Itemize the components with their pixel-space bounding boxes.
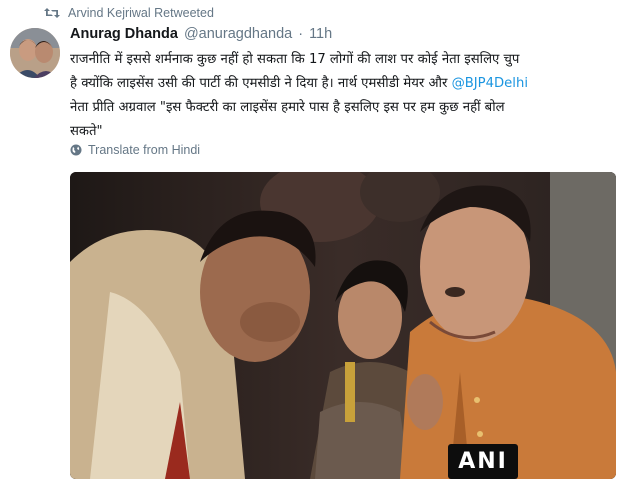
ani-logo: ANI [448,444,518,479]
author-handle[interactable]: @anuragdhanda [184,26,292,42]
retweet-icon [44,8,60,18]
translate-label: Translate from Hindi [88,143,201,157]
translate-link[interactable]: Translate from Hindi [70,143,200,157]
tweet-timestamp[interactable]: 11h [309,26,332,42]
tweet-line-2: है क्योंकि लाइसेंस उसी की पार्टी की एमसी… [70,72,626,96]
author-name[interactable]: Anurag Dhanda [70,26,178,42]
news-photo [70,172,616,479]
avatar[interactable] [10,28,60,78]
tweet-header: Anurag Dhanda @anuragdhanda · 11h [70,26,332,42]
tweet-photo[interactable]: ANI [70,172,616,479]
retweet-context[interactable]: Arvind Kejriwal Retweeted [44,6,214,20]
tweet-line-4: सकते" [70,124,103,139]
retweet-label: Arvind Kejriwal Retweeted [68,6,214,20]
tweet-line-2-text: है क्योंकि लाइसेंस उसी की पार्टी की एमसी… [70,76,452,91]
tweet-line-1: राजनीति में इससे शर्मनाक कुछ नहीं हो सकत… [70,52,520,67]
separator: · [298,26,304,42]
tweet-line-3: नेता प्रीति अग्रवाल "इस फैक्टरी का लाइसे… [70,100,505,115]
tweet-text: राजनीति में इससे शर्मनाक कुछ नहीं हो सकत… [70,48,626,144]
tweet-card[interactable]: Arvind Kejriwal Retweeted Anurag Dhanda … [0,0,640,491]
mention-link[interactable]: @BJP4Delhi [452,76,528,91]
globe-icon [70,144,82,156]
